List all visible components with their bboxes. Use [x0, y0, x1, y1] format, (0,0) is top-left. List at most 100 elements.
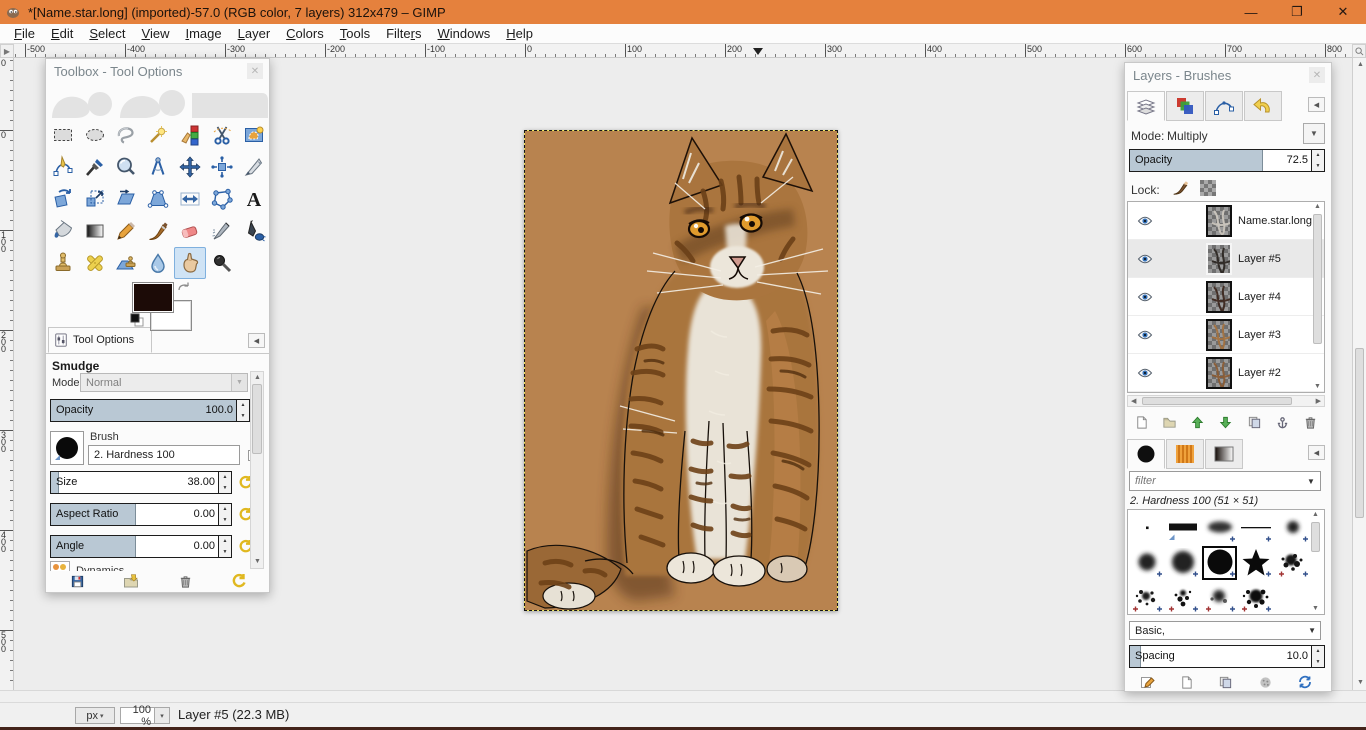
tool-pencil[interactable] — [111, 215, 143, 247]
menu-filters[interactable]: Filters — [378, 25, 429, 42]
zoom-fit-toggle[interactable] — [1352, 44, 1366, 58]
angle-slider[interactable]: Angle 0.00 ▲ ▼ — [50, 535, 232, 558]
tab-paths[interactable] — [1205, 91, 1243, 121]
layer-row[interactable]: Layer #2 — [1128, 354, 1324, 392]
tab-gradients[interactable] — [1205, 439, 1243, 469]
brush-soft-small[interactable] — [1275, 511, 1310, 545]
tab-channels[interactable] — [1166, 91, 1204, 121]
tool-select-by-color[interactable] — [174, 119, 206, 151]
visibility-eye-icon[interactable] — [1136, 253, 1154, 265]
brush-splat-5[interactable] — [1239, 581, 1274, 614]
brush-tag-combobox[interactable]: Basic, ▼ — [1129, 621, 1321, 640]
layer-row[interactable]: Name.star.long.p — [1128, 202, 1324, 240]
save-tool-options-button[interactable] — [68, 572, 86, 590]
tool-smudge[interactable] — [174, 247, 206, 279]
layers-close-icon[interactable]: ✕ — [1309, 67, 1325, 83]
menu-layer[interactable]: Layer — [230, 25, 279, 42]
visibility-eye-icon[interactable] — [1136, 329, 1154, 341]
spacing-spinner[interactable]: ▲ ▼ — [1311, 646, 1324, 667]
tool-fuzzy-select[interactable] — [142, 119, 174, 151]
tool-scissors-select[interactable] — [206, 119, 238, 151]
tool-crop[interactable] — [238, 151, 270, 183]
tool-blur-sharpen[interactable] — [142, 247, 174, 279]
tool-perspective[interactable] — [142, 183, 174, 215]
brush-splat-1[interactable] — [1275, 546, 1310, 580]
layer-list-hscrollbar[interactable]: ◀ ▶ — [1127, 395, 1325, 407]
tool-gradient[interactable] — [79, 215, 111, 247]
layer-list-scrollbar[interactable]: ▲ ▼ — [1311, 202, 1325, 392]
tool-foreground-select[interactable] — [238, 119, 270, 151]
vertical-ruler[interactable]: 0 0 1 0 0 2 0 0 3 0 0 4 0 0 5 0 0 — [0, 58, 14, 690]
size-slider[interactable]: Size 38.00 ▲ ▼ — [50, 471, 232, 494]
tool-flip[interactable] — [174, 183, 206, 215]
tool-clone[interactable] — [47, 247, 79, 279]
tool-eraser[interactable] — [174, 215, 206, 247]
duplicate-layer-button[interactable] — [1247, 415, 1262, 430]
close-button[interactable]: ✕ — [1320, 0, 1366, 24]
new-brush-button[interactable] — [1179, 675, 1194, 690]
vscroll-thumb[interactable] — [1355, 348, 1364, 518]
tool-shear[interactable] — [111, 183, 143, 215]
brush-splat-4[interactable] — [1202, 581, 1237, 614]
tab-undo-history[interactable] — [1244, 91, 1282, 121]
menu-image[interactable]: Image — [177, 25, 229, 42]
tool-color-picker[interactable] — [79, 151, 111, 183]
unit-combobox[interactable]: px ▾ — [75, 707, 115, 724]
tool-paths[interactable] — [47, 151, 79, 183]
brush-name-box[interactable]: 2. Hardness 100 — [88, 445, 240, 465]
layer-thumbnail[interactable] — [1206, 318, 1232, 351]
menu-file[interactable]: File — [6, 25, 43, 42]
aspect-ratio-slider[interactable]: Aspect Ratio 0.00 ▲ ▼ — [50, 503, 232, 526]
brush-grid-scrollbar[interactable]: ▲ ▼ — [1309, 510, 1323, 614]
tool-rotate[interactable] — [47, 183, 79, 215]
brush-splat-2[interactable] — [1129, 581, 1164, 614]
tool-paintbrush[interactable] — [142, 215, 174, 247]
swap-colors-icon[interactable] — [177, 281, 191, 295]
menu-view[interactable]: View — [134, 25, 178, 42]
toolbox-titlebar[interactable]: Toolbox - Tool Options ✕ — [46, 59, 269, 83]
duplicate-brush-button[interactable] — [1218, 675, 1233, 690]
new-layer-button[interactable] — [1134, 415, 1149, 430]
paint-mode-combobox[interactable]: Normal ▼ — [80, 373, 248, 392]
tool-measure[interactable] — [142, 151, 174, 183]
layer-opacity-spinner[interactable]: ▲ ▼ — [1311, 150, 1324, 171]
lock-alpha-icon[interactable] — [1197, 177, 1219, 199]
ruler-corner-menu-button[interactable]: ▶ — [0, 44, 14, 58]
delete-layer-button[interactable] — [1303, 415, 1318, 430]
vertical-scrollbar[interactable]: ▲ ▼ — [1352, 58, 1366, 690]
raise-layer-button[interactable] — [1190, 415, 1205, 430]
tool-ink[interactable] — [238, 215, 270, 247]
zoom-combobox[interactable]: 100 % ▾ — [120, 704, 170, 728]
tool-move[interactable] — [174, 151, 206, 183]
tab-patterns[interactable] — [1166, 439, 1204, 469]
default-colors-icon[interactable] — [130, 313, 144, 327]
edit-brush-bottom-button[interactable] — [1139, 674, 1155, 690]
dynamics-row[interactable]: Dynamics — [50, 561, 250, 571]
layer-thumbnail[interactable] — [1206, 204, 1232, 237]
layer-thumbnail[interactable] — [1206, 280, 1232, 313]
brush-star[interactable] — [1239, 546, 1274, 580]
delete-brush-button[interactable] — [1258, 675, 1273, 690]
tab-brushes[interactable] — [1127, 439, 1165, 469]
layer-opacity-slider[interactable]: Opacity 72.5 ▲ ▼ — [1129, 149, 1325, 172]
tool-airbrush[interactable] — [206, 215, 238, 247]
brush-bar[interactable] — [1166, 511, 1201, 545]
tab-layers[interactable] — [1127, 91, 1165, 121]
menu-windows[interactable]: Windows — [430, 25, 499, 42]
brushes-dock-menu-icon[interactable]: ◀ — [1308, 445, 1325, 460]
toolbox-close-icon[interactable]: ✕ — [247, 63, 263, 79]
foreground-color-swatch[interactable] — [132, 282, 174, 313]
menu-colors[interactable]: Colors — [278, 25, 332, 42]
horizontal-ruler[interactable]: -500 -400 -300 -200 -100 0 100 200 300 400 500 600 7… — [14, 44, 1352, 58]
tool-bucket-fill[interactable] — [47, 215, 79, 247]
angle-spinner[interactable]: ▲ ▼ — [218, 536, 231, 557]
zoom-dropdown-icon[interactable]: ▾ — [154, 708, 169, 723]
menu-tools[interactable]: Tools — [332, 25, 378, 42]
tool-options-scrollbar[interactable]: ▲ ▼ — [250, 371, 264, 569]
tool-ellipse-select[interactable] — [79, 119, 111, 151]
layer-mode-dropdown-icon[interactable]: ▼ — [1303, 123, 1325, 144]
canvas[interactable] — [524, 130, 838, 611]
brush-hardness-100[interactable] — [1202, 546, 1237, 580]
new-layer-group-button[interactable] — [1162, 415, 1177, 430]
layer-row[interactable]: Layer #5 — [1128, 240, 1324, 278]
